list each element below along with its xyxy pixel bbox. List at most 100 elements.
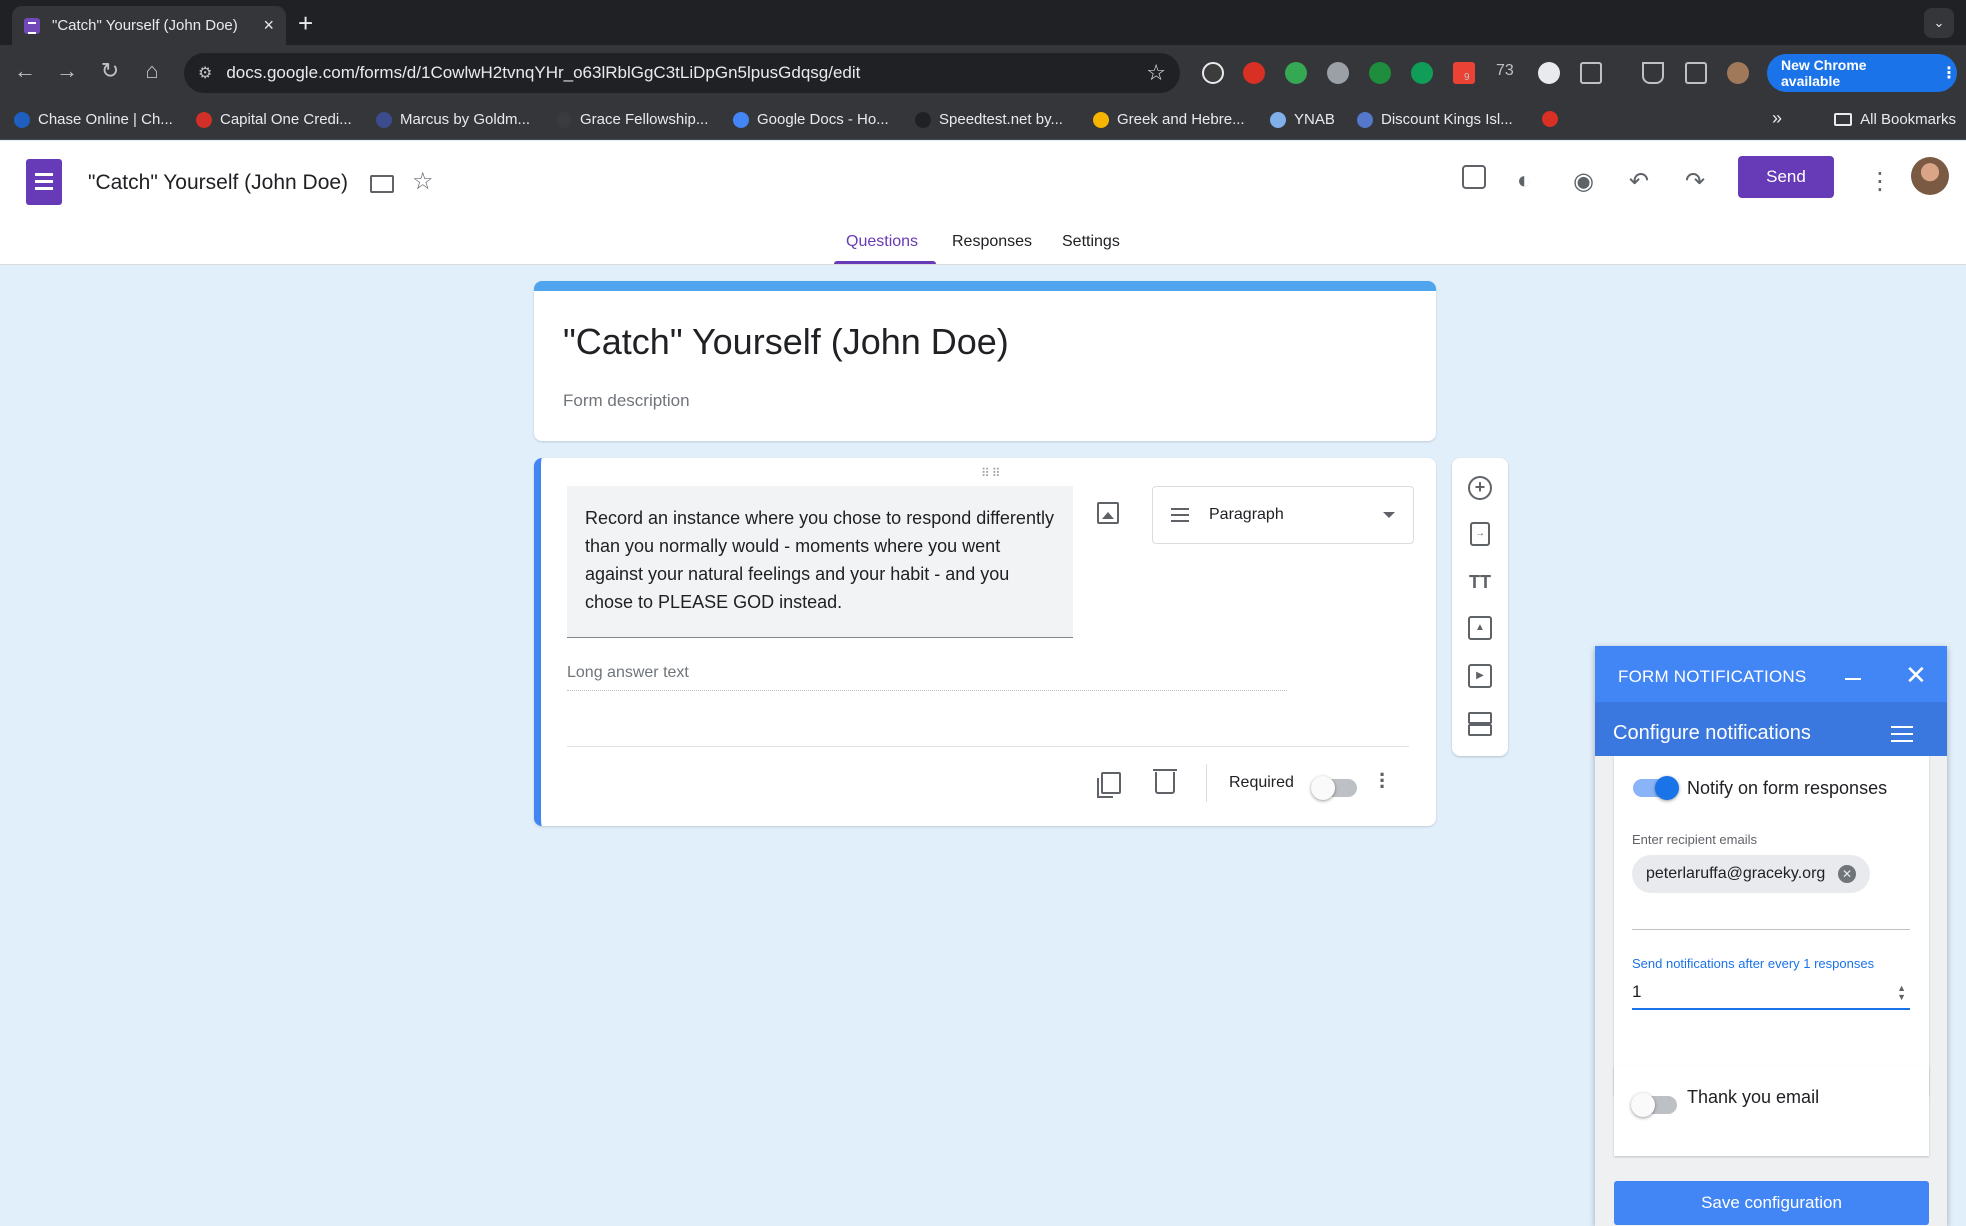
bookmark-item[interactable]: YNAB <box>1270 111 1335 128</box>
recipient-email-text: peterlaruffa@graceky.org <box>1646 865 1826 882</box>
folder-icon <box>1834 113 1853 126</box>
forward-icon[interactable]: → <box>52 58 82 84</box>
star-icon[interactable]: ☆ <box>412 167 434 196</box>
labs-flask-icon[interactable] <box>1642 62 1664 84</box>
bookmark-item[interactable]: Grace Fellowship... <box>556 111 708 128</box>
extension-s-icon[interactable] <box>1538 62 1560 84</box>
bookmark-item[interactable]: Marcus by Goldm... <box>376 111 530 128</box>
extension-puzzle-green-icon[interactable] <box>1285 62 1307 84</box>
notify-responses-toggle[interactable] <box>1633 776 1679 800</box>
preview-eye-icon[interactable]: ◉ <box>1573 167 1594 196</box>
recipient-emails-label: Enter recipient emails <box>1632 832 1757 847</box>
extension-gmail-icon[interactable] <box>1243 62 1265 84</box>
tab-responses[interactable]: Responses <box>952 233 1032 251</box>
add-image-icon[interactable] <box>1097 502 1119 524</box>
bookmark-favicon-icon[interactable] <box>1542 111 1558 127</box>
browser-tab-strip: "Catch" Yourself (John Doe) × + ⌄ <box>0 0 1966 45</box>
drag-handle-icon[interactable]: ⠿⠿ <box>981 466 1003 480</box>
browser-tab[interactable]: "Catch" Yourself (John Doe) × <box>12 6 286 45</box>
question-footer-divider <box>567 746 1409 747</box>
close-tab-icon[interactable]: × <box>263 15 274 36</box>
extension-73-badge[interactable]: 73 <box>1496 62 1514 80</box>
form-title[interactable]: "Catch" Yourself (John Doe) <box>563 321 1009 363</box>
form-description-field[interactable]: Form description <box>563 391 690 411</box>
recipient-input-line[interactable] <box>1632 929 1910 930</box>
response-count-input[interactable]: 1 ▲ ▼ <box>1632 978 1910 1010</box>
add-section-icon[interactable] <box>1468 712 1492 736</box>
document-title[interactable]: "Catch" Yourself (John Doe) <box>88 171 348 195</box>
tab-settings[interactable]: Settings <box>1062 233 1120 251</box>
save-configuration-button[interactable]: Save configuration <box>1614 1181 1929 1225</box>
add-question-icon[interactable]: + <box>1468 476 1492 500</box>
more-options-icon[interactable]: ⋮ <box>1868 167 1892 196</box>
bookmark-favicon-icon <box>733 111 749 128</box>
bookmark-label: Discount Kings Isl... <box>1381 111 1513 128</box>
new-chrome-available-button[interactable]: New Chrome available ⋮ <box>1767 54 1957 92</box>
minimize-icon[interactable] <box>1845 678 1861 680</box>
url-text[interactable]: docs.google.com/forms/d/1CowlwH2tvnqYHr_… <box>226 63 1146 83</box>
notify-responses-card <box>1614 756 1929 1096</box>
bookmark-item[interactable]: Greek and Hebre... <box>1093 111 1245 128</box>
extension-sheet-icon[interactable] <box>1327 62 1349 84</box>
extension-a-icon[interactable] <box>1411 62 1433 84</box>
number-spinner-icon[interactable]: ▲ ▼ <box>1897 984 1906 1002</box>
home-icon[interactable]: ⌂ <box>137 58 167 84</box>
notifications-title: FORM NOTIFICATIONS <box>1618 667 1807 686</box>
redo-icon[interactable]: ↷ <box>1685 167 1705 196</box>
bookmark-label: Greek and Hebre... <box>1117 111 1245 128</box>
bookmark-item[interactable]: Google Docs - Ho... <box>733 111 889 128</box>
address-bar[interactable]: ⚙ docs.google.com/forms/d/1CowlwH2tvnqYH… <box>184 53 1180 93</box>
import-questions-icon[interactable]: → <box>1470 522 1490 546</box>
bookmark-item[interactable]: Chase Online | Ch... <box>14 111 173 128</box>
bookmark-star-icon[interactable]: ☆ <box>1146 60 1166 86</box>
move-to-folder-icon[interactable] <box>370 175 394 193</box>
extensions-puzzle-icon[interactable] <box>1580 62 1602 84</box>
bookmark-item[interactable]: Speedtest.net by... <box>915 111 1063 128</box>
paragraph-lines-icon <box>1171 508 1189 522</box>
add-image-icon[interactable]: ▲ <box>1468 616 1492 640</box>
duplicate-icon[interactable] <box>1097 772 1121 798</box>
menu-hamburger-icon[interactable] <box>1891 726 1913 742</box>
extension-mask-icon[interactable] <box>1202 62 1224 84</box>
question-text-field[interactable]: Record an instance where you chose to re… <box>567 486 1073 638</box>
thank-you-label: Thank you email <box>1687 1087 1820 1107</box>
new-chrome-available-label: New Chrome available <box>1781 57 1867 89</box>
bookmark-item[interactable] <box>1542 111 1566 127</box>
question-more-icon[interactable]: · · · <box>1379 764 1386 798</box>
add-ons-icon[interactable] <box>1462 165 1486 189</box>
add-title-description-icon[interactable]: TT <box>1468 570 1492 594</box>
bookmark-item[interactable]: Capital One Credi... <box>196 111 352 128</box>
google-forms-logo-icon[interactable] <box>26 159 62 205</box>
recipient-email-chip[interactable]: peterlaruffa@graceky.org ✕ <box>1632 855 1870 893</box>
required-label: Required <box>1229 774 1294 791</box>
customize-theme-palette-icon[interactable]: ◐ <box>1517 167 1532 195</box>
required-toggle[interactable] <box>1311 776 1357 800</box>
browser-tab-title: "Catch" Yourself (John Doe) <box>52 17 238 34</box>
undo-icon[interactable]: ↶ <box>1629 167 1649 196</box>
question-card[interactable]: ⠿⠿ Record an instance where you chose to… <box>534 458 1436 826</box>
site-settings-icon[interactable]: ⚙ <box>198 63 212 83</box>
all-bookmarks-button[interactable]: All Bookmarks <box>1834 111 1956 128</box>
more-bookmarks-icon[interactable]: » <box>1772 108 1782 129</box>
question-type-dropdown[interactable]: Paragraph <box>1152 486 1414 544</box>
chrome-menu-icon: ⋮ <box>1941 65 1957 82</box>
back-icon[interactable]: ← <box>10 58 40 84</box>
send-button[interactable]: Send <box>1738 156 1834 198</box>
tab-search-icon[interactable]: ⌄ <box>1924 8 1954 38</box>
thank-you-toggle-knob <box>1631 1093 1655 1117</box>
remove-recipient-icon[interactable]: ✕ <box>1838 865 1856 883</box>
add-video-icon[interactable]: ▶ <box>1468 664 1492 688</box>
configure-notifications-title: Configure notifications <box>1613 722 1811 744</box>
response-count-value: 1 <box>1632 982 1642 1001</box>
account-avatar[interactable] <box>1911 157 1949 195</box>
close-icon[interactable]: ✕ <box>1905 660 1927 691</box>
new-tab-button[interactable]: + <box>298 8 313 39</box>
bookmark-item[interactable]: Discount Kings Isl... <box>1357 111 1513 128</box>
delete-trash-icon[interactable] <box>1153 769 1177 794</box>
reload-icon[interactable]: ↻ <box>95 58 125 84</box>
side-panel-icon[interactable] <box>1685 62 1707 84</box>
tab-questions[interactable]: Questions <box>846 233 918 251</box>
thank-you-toggle[interactable] <box>1631 1093 1677 1117</box>
extension-phone-icon[interactable] <box>1369 62 1391 84</box>
profile-avatar-icon[interactable] <box>1727 62 1749 84</box>
